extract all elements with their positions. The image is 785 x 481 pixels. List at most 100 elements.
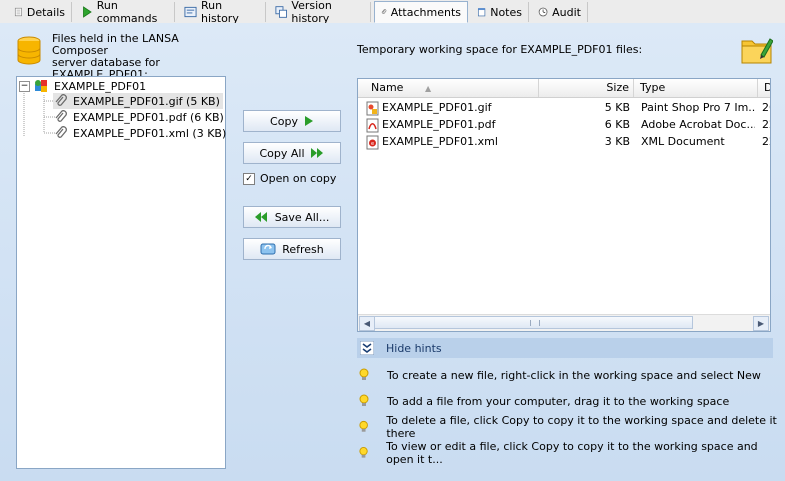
paperclip-icon [55, 110, 67, 122]
notes-icon [477, 8, 486, 17]
hint-item: To create a new file, right-click in the… [358, 367, 761, 383]
pdf-file-icon [366, 118, 379, 133]
tab-label: Run commands [96, 0, 158, 25]
file-name: EXAMPLE_PDF01.pdf [382, 118, 496, 131]
save-all-button[interactable]: Save All... [243, 206, 341, 228]
lightbulb-icon [359, 394, 369, 406]
file-row[interactable]: EXAMPLE_PDF01.gif 5 KB Paint Shop Pro 7 … [358, 99, 770, 116]
hint-item: To delete a file, click Copy to copy it … [358, 414, 785, 440]
tree-root-label: EXAMPLE_PDF01 [54, 79, 147, 93]
file-type: Paint Shop Pro 7 Im... [641, 101, 755, 114]
file-type: XML Document [641, 135, 725, 148]
hint-item: To add a file from your computer, drag i… [358, 393, 729, 409]
hint-text: To view or edit a file, click Copy to co… [386, 440, 758, 466]
copy-button[interactable]: Copy [243, 110, 341, 132]
lightbulb-icon [359, 368, 369, 380]
file-name: EXAMPLE_PDF01.xml [382, 135, 498, 148]
lightbulb-icon [359, 446, 368, 458]
column-header-size[interactable]: Size [539, 79, 634, 97]
page-icon [14, 7, 22, 17]
svg-text:e: e [371, 141, 374, 147]
tab-label: Run history [201, 0, 239, 25]
open-on-copy-label: Open on copy [260, 172, 337, 185]
file-row[interactable]: e EXAMPLE_PDF01.xml 3 KB XML Document 22 [358, 133, 770, 150]
tree-item-label: EXAMPLE_PDF01.gif (5 KB) [73, 94, 220, 108]
scroll-right-icon[interactable]: ▶ [753, 316, 769, 331]
history-icon [184, 6, 197, 18]
refresh-icon [260, 243, 276, 255]
column-label: Name [371, 81, 404, 94]
tab-version-history[interactable]: Version history [269, 0, 371, 25]
paperclip-icon [55, 126, 67, 138]
image-file-icon [366, 101, 379, 116]
tab-notes[interactable]: Notes [471, 2, 529, 22]
file-size: 5 KB [604, 101, 630, 114]
file-date: 22 [762, 135, 770, 148]
collapse-chevrons-icon [360, 341, 374, 355]
tab-label: Audit [552, 5, 581, 19]
grip-icon [530, 320, 540, 326]
file-date: 26 [762, 101, 770, 114]
versions-icon [275, 6, 287, 18]
scroll-left-icon[interactable]: ◀ [359, 316, 375, 331]
file-date: 22 [762, 118, 770, 131]
tab-details[interactable]: Details [8, 2, 72, 22]
tree-item-label: EXAMPLE_PDF01.pdf (6 KB) [73, 110, 224, 124]
database-icon [17, 36, 41, 65]
xml-file-icon: e [366, 135, 379, 150]
tree-item[interactable]: EXAMPLE_PDF01.xml (3 KB) [53, 125, 226, 141]
tree-item-label: EXAMPLE_PDF01.xml (3 KB) [73, 126, 227, 140]
edit-folder-icon[interactable] [741, 35, 773, 65]
process-icon [35, 80, 47, 92]
copy-all-button-label: Copy All [259, 146, 305, 160]
server-files-tree[interactable]: − EXAMPLE_PDF01 EXAMPLE_PDF01.gif (5 KB)… [16, 76, 226, 469]
file-size: 6 KB [604, 118, 630, 131]
sort-ascending-icon: ▲ [424, 84, 432, 93]
hints-toggle-bar[interactable]: Hide hints [357, 338, 773, 358]
hint-item: To view or edit a file, click Copy to co… [358, 440, 785, 466]
paperclip-icon [55, 94, 67, 106]
arrow-right-icon [304, 116, 313, 126]
file-row[interactable]: EXAMPLE_PDF01.pdf 6 KB Adobe Acrobat Doc… [358, 116, 770, 133]
tab-label: Attachments [390, 5, 461, 19]
double-arrow-left-icon [254, 212, 267, 222]
file-size: 3 KB [604, 135, 630, 148]
play-icon [83, 6, 92, 18]
column-header-name[interactable]: Name ▲ [358, 79, 539, 97]
tab-label: Notes [490, 5, 522, 19]
tab-run-history[interactable]: Run history [178, 0, 266, 25]
column-label: D [764, 81, 770, 94]
hint-text: To add a file from your computer, drag i… [387, 394, 730, 408]
tree-item[interactable]: EXAMPLE_PDF01.gif (5 KB) [53, 93, 223, 109]
tree-item[interactable]: EXAMPLE_PDF01.pdf (6 KB) [53, 109, 224, 125]
tab-label: Details [26, 5, 65, 19]
refresh-button[interactable]: Refresh [243, 238, 341, 260]
column-header-date[interactable]: D [758, 79, 770, 97]
double-arrow-right-icon [310, 148, 323, 158]
tab-audit[interactable]: Audit [532, 2, 588, 22]
scroll-thumb[interactable] [374, 316, 693, 329]
working-space-list[interactable]: Name ▲ Size Type D EXAMPLE_PDF01.gif 5 K… [357, 78, 771, 332]
checkbox-box[interactable]: ✓ [243, 172, 255, 185]
column-header-type[interactable]: Type [634, 79, 758, 97]
hide-hints-label: Hide hints [386, 342, 442, 355]
collapse-icon[interactable]: − [19, 80, 30, 92]
tab-run-commands[interactable]: Run commands [75, 0, 175, 25]
horizontal-scrollbar[interactable]: ◀ ▶ [358, 314, 770, 331]
file-name: EXAMPLE_PDF01.gif [382, 101, 492, 114]
heading-line: Files held in the LANSA Composer [52, 32, 179, 57]
copy-all-button[interactable]: Copy All [243, 142, 341, 164]
copy-button-label: Copy [270, 114, 298, 128]
tab-strip: Details Run commands Run history Version… [0, 0, 785, 25]
refresh-button-label: Refresh [282, 242, 324, 256]
lightbulb-icon [359, 420, 368, 432]
open-on-copy-checkbox[interactable]: ✓ Open on copy [243, 172, 336, 185]
working-space-heading: Temporary working space for EXAMPLE_PDF0… [357, 43, 643, 56]
file-type: Adobe Acrobat Doc... [641, 118, 755, 131]
save-all-button-label: Save All... [274, 210, 330, 224]
column-label: Type [640, 81, 666, 94]
column-label: Size [606, 81, 629, 94]
tree-root[interactable]: − EXAMPLE_PDF01 [19, 78, 146, 94]
list-header: Name ▲ Size Type D [358, 79, 770, 98]
tab-attachments[interactable]: Attachments [374, 1, 468, 23]
